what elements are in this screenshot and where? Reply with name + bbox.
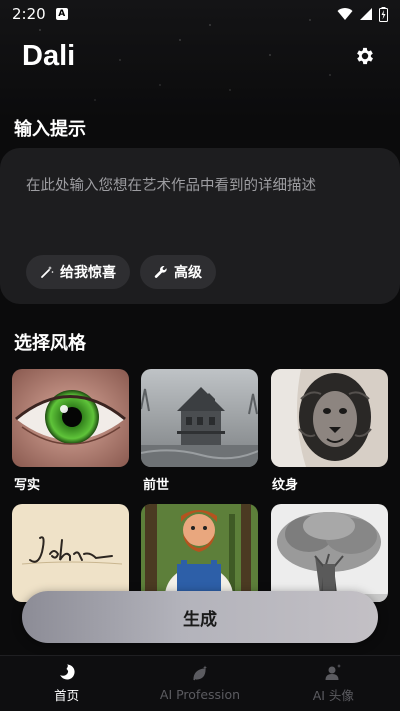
signature-image bbox=[12, 504, 129, 602]
signal-icon bbox=[360, 8, 372, 20]
battery-icon bbox=[379, 6, 388, 22]
style-label-tattoo: 纹身 bbox=[272, 478, 299, 493]
wrench-icon bbox=[154, 266, 167, 278]
settings-button[interactable] bbox=[354, 45, 376, 67]
prompt-input-card[interactable]: 在此处输入您想在艺术作品中看到的详细描述 给我惊喜 高级 bbox=[0, 148, 400, 304]
foggy-house-image bbox=[141, 369, 258, 467]
prompt-section-title: 输入提示 bbox=[14, 119, 86, 140]
advanced-button[interactable]: 高级 bbox=[140, 255, 216, 289]
nav-ai-avatar-label: AI 头像 bbox=[312, 688, 354, 703]
gear-icon bbox=[357, 47, 373, 65]
style-tile-past-life[interactable] bbox=[141, 369, 258, 467]
generate-button[interactable]: 生成 bbox=[22, 591, 378, 643]
prompt-input[interactable]: 在此处输入您想在艺术作品中看到的详细描述 bbox=[26, 174, 316, 195]
status-time: 2:20 bbox=[12, 5, 46, 23]
nav-ai-profession[interactable]: AI Profession bbox=[133, 656, 266, 711]
app-title: Dali bbox=[22, 40, 76, 72]
nav-ai-profession-label: AI Profession bbox=[159, 687, 241, 702]
style-label-realistic: 写实 bbox=[14, 478, 41, 493]
nav-ai-avatar[interactable]: AI 头像 bbox=[267, 656, 400, 711]
magic-wand-icon bbox=[41, 266, 54, 278]
nav-home[interactable]: 首页 bbox=[0, 656, 133, 711]
lion-tattoo-image bbox=[271, 369, 388, 467]
notification-icon: A bbox=[55, 8, 68, 20]
advanced-label: 高级 bbox=[174, 265, 202, 281]
status-icons bbox=[337, 6, 388, 22]
styles-section-title: 选择风格 bbox=[14, 333, 86, 354]
leaf-sparkle-icon bbox=[193, 665, 207, 681]
nav-home-label: 首页 bbox=[54, 688, 80, 703]
bottom-nav: 首页 AI Profession AI 头像 bbox=[0, 655, 400, 711]
generate-label: 生成 bbox=[183, 609, 217, 630]
status-bar: 2:20 A bbox=[0, 0, 400, 28]
home-swirl-icon bbox=[59, 664, 75, 680]
surprise-me-label: 给我惊喜 bbox=[60, 265, 116, 281]
pencil-tree-image bbox=[271, 504, 388, 602]
green-eye-image bbox=[12, 369, 129, 467]
style-label-past-life: 前世 bbox=[143, 478, 170, 493]
style-tile-realistic[interactable] bbox=[12, 369, 129, 467]
style-tile-sketch[interactable] bbox=[271, 504, 388, 602]
cartoon-man-image bbox=[141, 504, 258, 602]
style-tile-signature[interactable] bbox=[12, 504, 129, 602]
user-sparkle-icon bbox=[325, 664, 342, 680]
surprise-me-button[interactable]: 给我惊喜 bbox=[26, 255, 130, 289]
style-tile-cartoon[interactable] bbox=[141, 504, 258, 602]
wifi-icon bbox=[337, 8, 353, 20]
style-tile-tattoo[interactable] bbox=[271, 369, 388, 467]
